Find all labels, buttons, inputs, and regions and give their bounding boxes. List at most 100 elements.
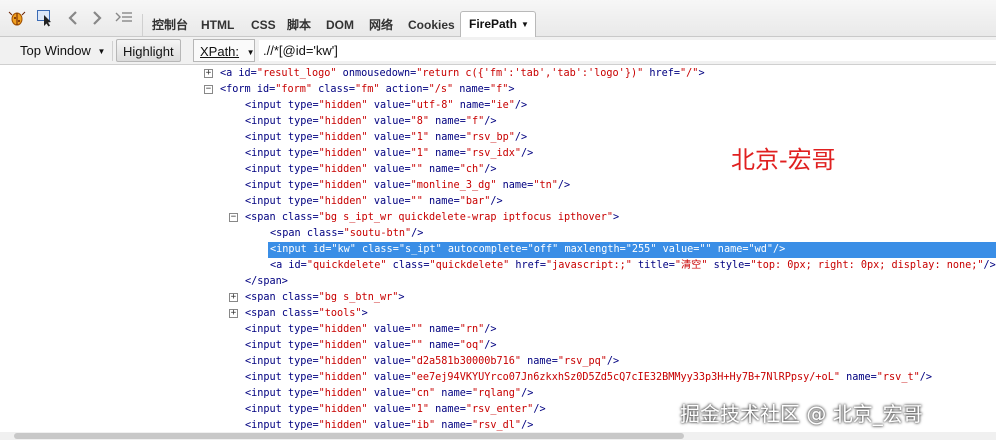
dom-node[interactable]: <input type="hidden" value="" name="rn"/… [243,322,497,338]
dom-node[interactable]: <input type="hidden" value="1" name="rsv… [243,130,527,146]
attr-value: "255" [625,244,657,255]
dom-node[interactable]: <a id="quickdelete" class="quickdelete" … [268,258,996,274]
attr-value: "tn" [533,180,558,191]
tag-name: /> [514,132,528,143]
back-arrow-icon[interactable] [64,9,82,27]
dom-node[interactable]: <input type="hidden" value="1" name="rsv… [243,402,546,418]
attr-value: "" [699,244,712,255]
tab-css[interactable]: CSS [251,16,276,34]
forward-arrow-icon[interactable] [88,9,106,27]
highlight-button[interactable]: Highlight [116,39,181,62]
attr-value: "ch" [459,164,485,175]
expand-icon[interactable]: + [229,309,238,318]
attr-name: value= [367,164,411,175]
tag-name: /> [490,196,503,207]
horizontal-scrollbar[interactable] [0,432,996,440]
dom-node[interactable]: <a id="result_logo" onmousedown="return … [218,66,705,82]
tag-name: <span [245,292,282,303]
attr-name: class= [386,260,430,271]
dom-node[interactable]: <span class="bg s_btn_wr"> [243,290,405,306]
attr-name: name= [453,100,491,111]
tab-firepath[interactable]: FirePath ▼ [460,11,536,38]
tab-script[interactable]: 脚本 [287,16,311,34]
attr-value: "清空" [674,260,708,271]
top-window-label: Top Window [20,43,91,58]
attr-value: "hidden" [318,340,368,351]
toolbar-separator [112,41,113,61]
tab-dom[interactable]: DOM [326,16,354,34]
attr-name: type= [287,180,319,191]
dom-node[interactable]: <input type="hidden" value="ee7ej94VKYUY… [243,370,932,386]
attr-name: type= [287,372,319,383]
dom-node[interactable]: <input type="hidden" value="8" name="f"/… [243,114,497,130]
expand-icon[interactable]: + [204,69,213,78]
attr-name: href= [509,260,547,271]
xpath-selector-dropdown[interactable]: XPath: ▼ [193,39,255,62]
tag-name: <input [245,340,288,351]
tag-name: /> [533,404,546,415]
attr-value: "1" [410,132,430,143]
inspect-element-icon[interactable] [36,9,54,27]
expand-icon[interactable]: + [229,293,238,302]
tag-name: <a [220,68,239,79]
tag-name: <span [245,308,282,319]
dom-node[interactable]: <input type="hidden" value="1" name="rsv… [243,146,533,162]
tab-network[interactable]: 网络 [369,16,393,34]
dom-node[interactable]: <input type="hidden" value="cn" name="rq… [243,386,533,402]
attr-name: type= [287,420,319,431]
attr-value: "hidden" [318,372,368,383]
tag-name: /> [521,420,534,431]
attr-name: value= [367,404,411,415]
attr-name: type= [287,356,319,367]
attr-value: "hidden" [318,116,368,127]
dom-node[interactable]: <input type="hidden" value="d2a581b30000… [243,354,619,370]
attr-name: name= [435,388,472,399]
dom-node[interactable]: <input type="hidden" value="monline_3_dg… [243,178,570,194]
dom-node[interactable]: </span> [243,274,288,290]
xpath-input[interactable] [259,40,996,61]
attr-name: class= [281,292,319,303]
attr-name: name= [711,244,749,255]
attr-name: type= [287,340,319,351]
tab-cookies[interactable]: Cookies [408,16,455,34]
dom-node-selected[interactable]: <input id="kw" class="s_ipt" autocomplet… [268,242,996,258]
tab-html[interactable]: HTML [201,16,234,34]
collapse-icon[interactable]: − [229,213,238,222]
attr-name: name= [496,180,534,191]
tag-name: /> [484,116,497,127]
attr-value: "8" [410,116,430,127]
tag-name: <input [245,100,288,111]
command-line-icon[interactable] [115,9,133,27]
tag-name: /> [514,100,528,111]
dom-node[interactable]: <input type="hidden" value="" name="bar"… [243,194,503,210]
attr-value: "quickdelete" [429,260,510,271]
attr-name: value= [656,244,700,255]
attr-name: id= [238,68,257,79]
tag-name: <form [220,84,257,95]
attr-value: "f" [465,116,485,127]
tag-name: /> [557,180,571,191]
dom-node[interactable]: <input type="hidden" value="ib" name="rs… [243,418,533,432]
attr-value: "bar" [459,196,491,207]
dom-node[interactable]: <span class="tools"> [243,306,368,322]
dom-node[interactable]: <input type="hidden" value="" name="ch"/… [243,162,497,178]
tag-name: <input [245,372,288,383]
tag-name: <input [245,404,288,415]
attr-name: name= [429,404,466,415]
dom-node[interactable]: <input type="hidden" value="" name="oq"/… [243,338,497,354]
attr-value: "javascript:;" [546,260,632,271]
top-window-dropdown[interactable]: Top Window ▼ [14,39,111,62]
firebug-icon[interactable] [8,9,26,27]
dom-node[interactable]: <span class="bg s_ipt_wr quickdelete-wra… [243,210,619,226]
attr-name: value= [367,100,411,111]
attr-value: "hidden" [318,420,368,431]
dom-node[interactable]: <input type="hidden" value="utf-8" name=… [243,98,527,114]
scrollbar-thumb[interactable] [14,433,684,439]
tab-console[interactable]: 控制台 [152,16,188,34]
dom-node[interactable]: <form id="form" class="fm" action="/s" n… [218,82,515,98]
dom-node[interactable]: <span class="soutu-btn"/> [268,226,423,242]
collapse-icon[interactable]: − [204,85,213,94]
attr-value: "ie" [490,100,515,111]
tag-name: <input [270,244,313,255]
attr-name: id= [312,244,332,255]
